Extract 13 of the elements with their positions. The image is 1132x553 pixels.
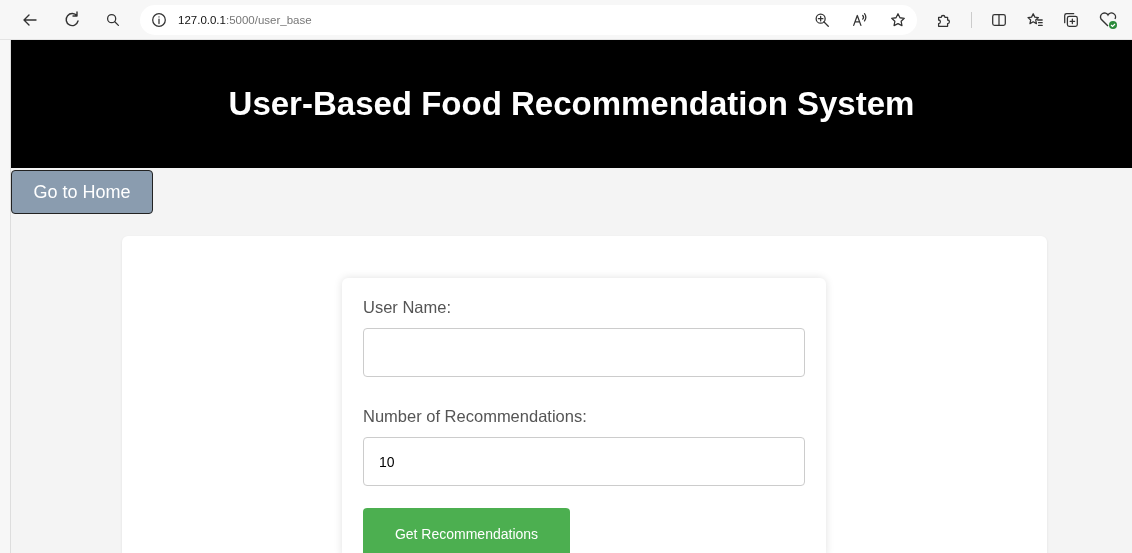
input-field[interactable] — [363, 328, 805, 377]
page-title: User-Based Food Recommendation System — [228, 85, 915, 123]
favorites-icon[interactable] — [1026, 10, 1044, 29]
input-field[interactable]: 10 — [363, 437, 805, 486]
info-icon[interactable] — [150, 10, 168, 29]
field-label: Number of Recommendations: — [363, 407, 588, 426]
collections-icon[interactable] — [1062, 10, 1080, 29]
address-bar[interactable]: 127.0.0.1:5000/user_base — [140, 4, 917, 35]
health-icon[interactable] — [1098, 9, 1118, 30]
field-label: User Name: — [363, 298, 453, 317]
star-icon[interactable] — [889, 10, 907, 29]
read-aloud-icon[interactable] — [851, 10, 869, 29]
url-text: 127.0.0.1:5000/user_base — [178, 13, 312, 26]
